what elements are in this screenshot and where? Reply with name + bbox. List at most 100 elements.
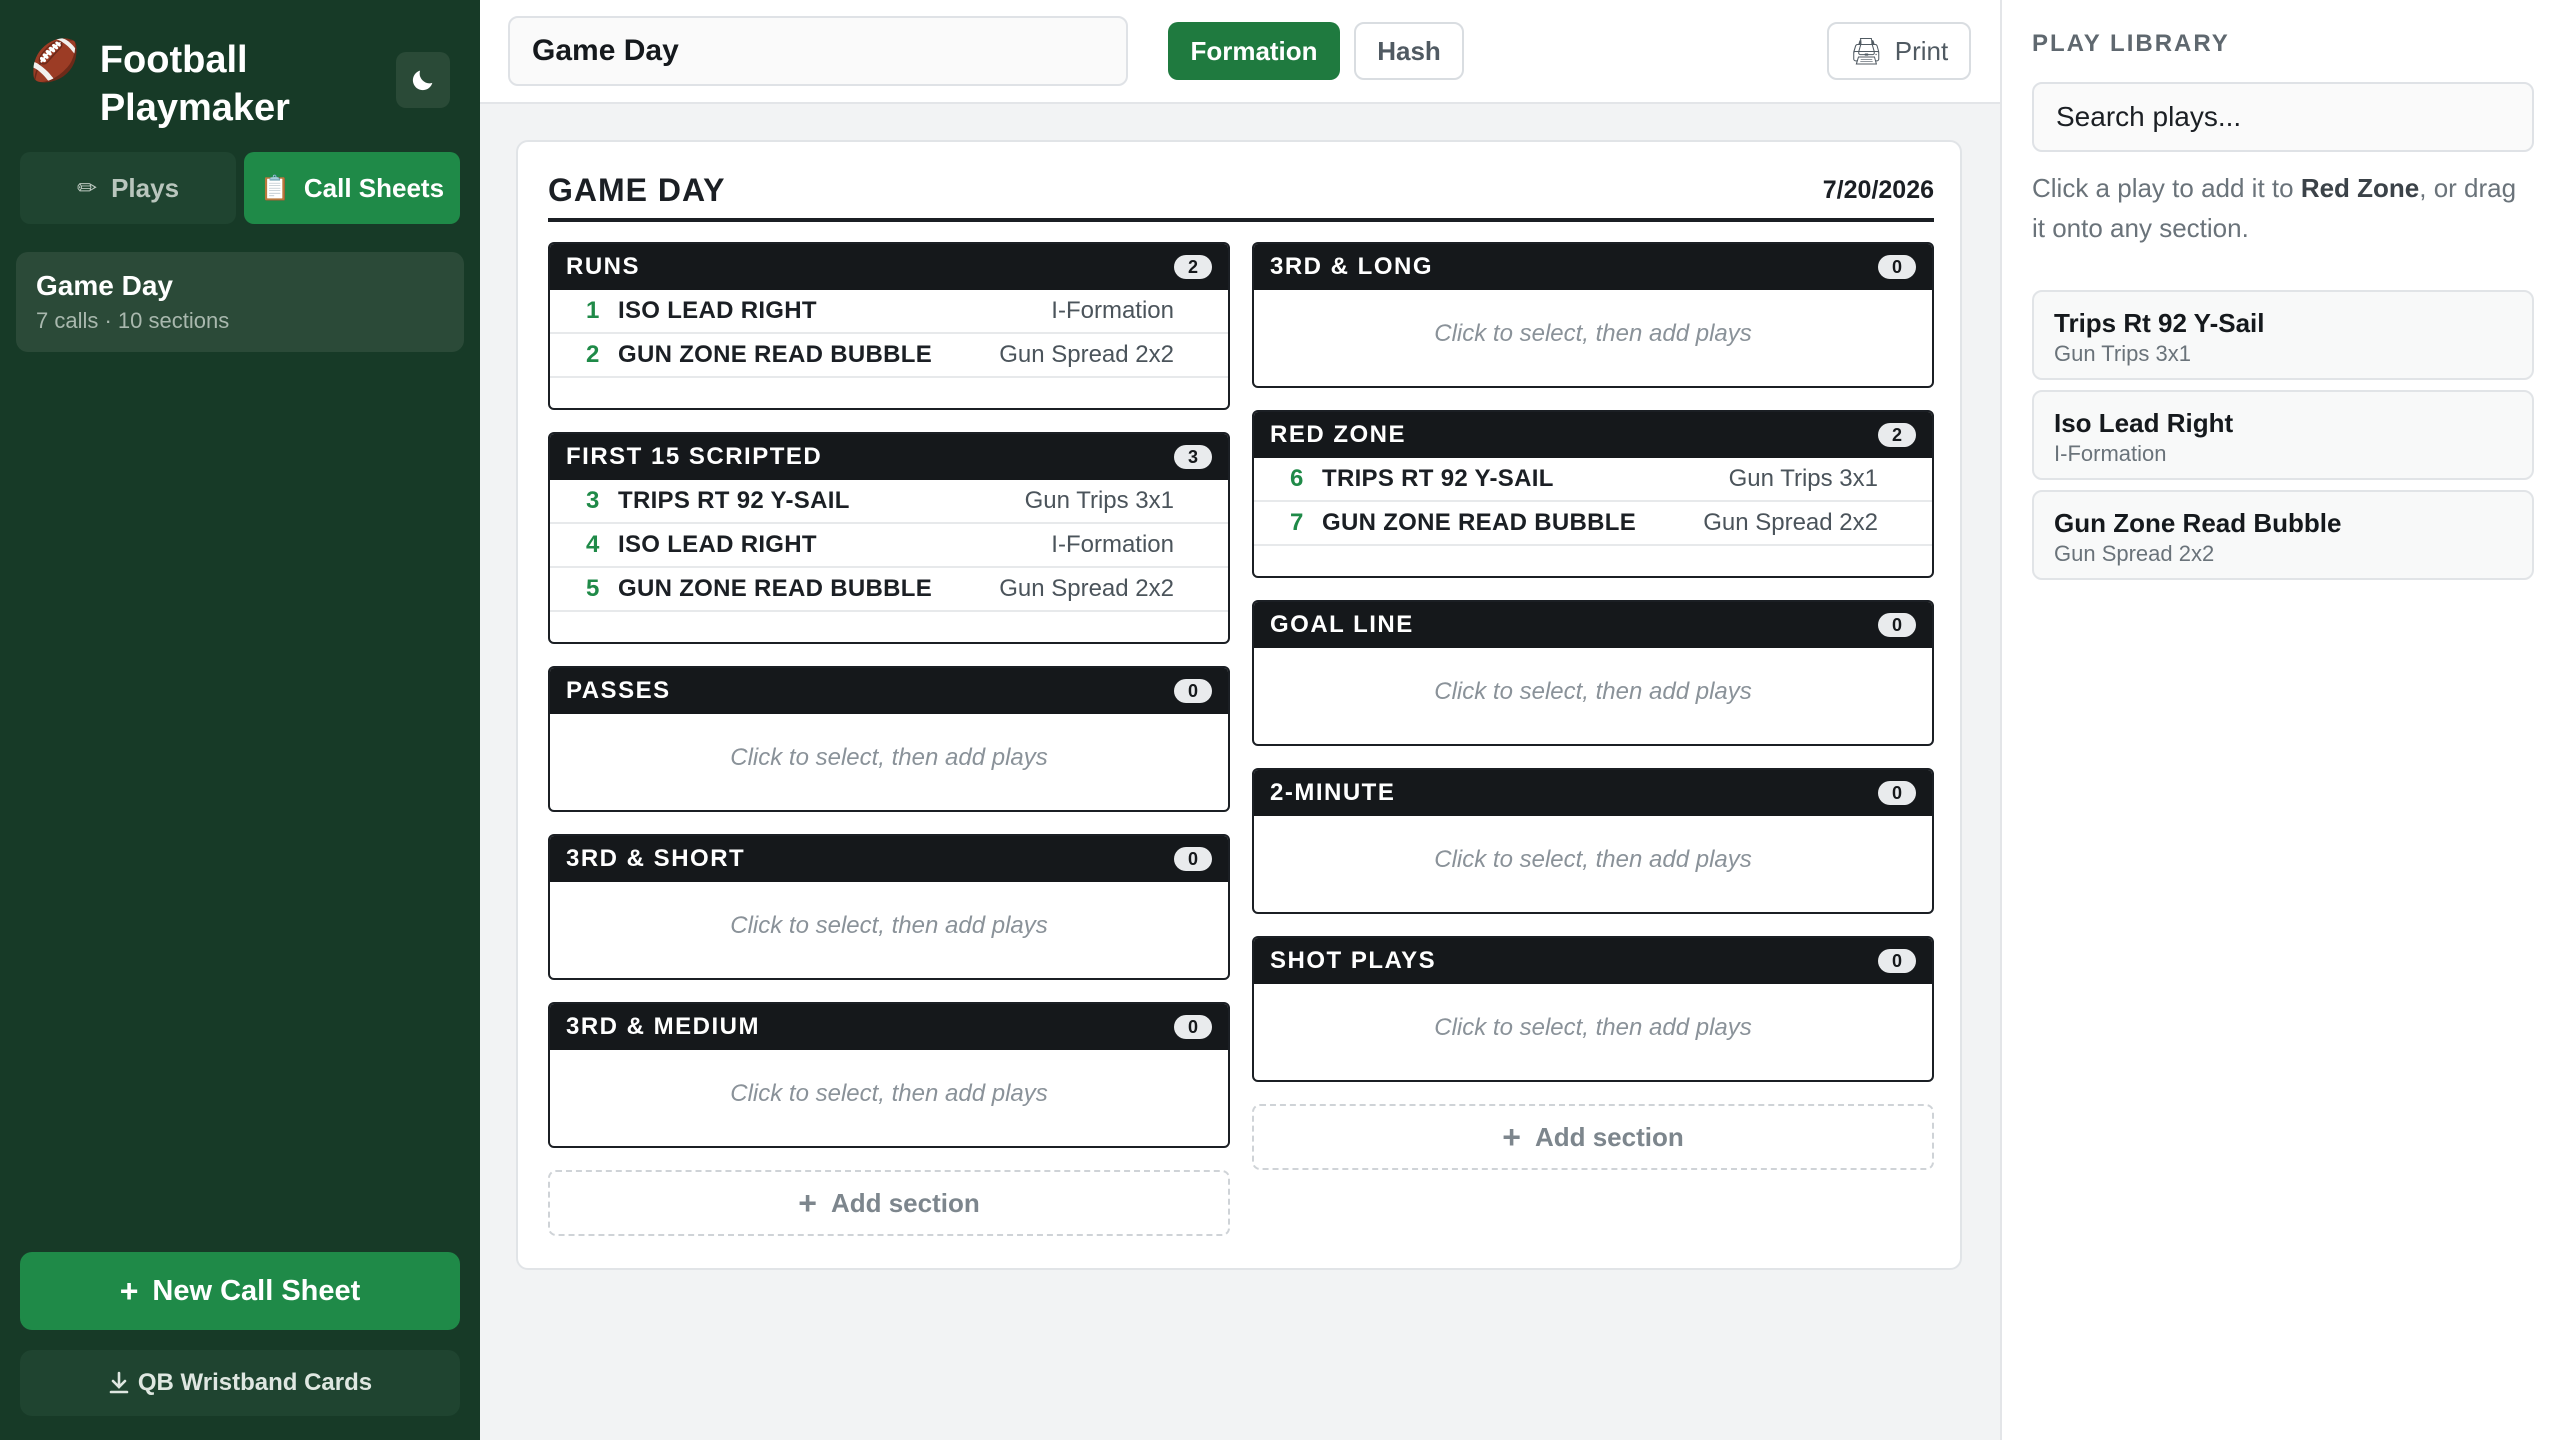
- printer-icon: 🖨: [1849, 35, 1883, 66]
- play-row[interactable]: 6 TRIPS RT 92 Y-SAIL Gun Trips 3x1: [1254, 458, 1932, 502]
- section-header[interactable]: FIRST 15 SCRIPTED 3: [550, 434, 1228, 480]
- play-name: GUN ZONE READ BUBBLE: [618, 341, 933, 368]
- play-row[interactable]: 3 TRIPS RT 92 Y-SAIL Gun Trips 3x1: [550, 480, 1228, 524]
- play-row[interactable]: 1 ISO LEAD RIGHT I-Formation: [550, 290, 1228, 334]
- sheet-heading: GAME DAY: [548, 172, 726, 208]
- play-row[interactable]: 2 GUN ZONE READ BUBBLE Gun Spread 2x2: [550, 334, 1228, 378]
- play-formation: Gun Spread 2x2: [1703, 509, 1878, 536]
- play-library: PLAY LIBRARY Search plays... Click a pla…: [2000, 0, 2560, 1440]
- play-name: TRIPS RT 92 Y-SAIL: [1322, 465, 1554, 492]
- tab-call-sheets[interactable]: 📋 Call Sheets: [244, 152, 460, 224]
- library-play-card[interactable]: Gun Zone Read Bubble Gun Spread 2x2: [2032, 490, 2534, 580]
- sheet-section[interactable]: RED ZONE 2 6 TRIPS RT 92 Y-SAIL Gun Trips 3x…: [1252, 410, 1934, 578]
- add-section-button[interactable]: + Add section: [1252, 1104, 1934, 1170]
- section-header[interactable]: SHOT PLAYS 0: [1254, 938, 1932, 984]
- new-call-sheet-button[interactable]: + New Call Sheet: [20, 1252, 460, 1330]
- play-row[interactable]: 4 ISO LEAD RIGHT I-Formation: [550, 524, 1228, 568]
- play-row[interactable]: 7 GUN ZONE READ BUBBLE Gun Spread 2x2: [1254, 502, 1932, 546]
- library-play-name: Iso Lead Right: [2054, 408, 2234, 438]
- play-number: 2: [586, 341, 600, 368]
- plus-icon: +: [119, 1272, 139, 1309]
- add-section-label: Add section: [1534, 1121, 1684, 1152]
- play-name: ISO LEAD RIGHT: [618, 297, 817, 324]
- section-empty-hint[interactable]: Click to select, then add plays: [1254, 648, 1932, 744]
- pencil-icon: ✏: [76, 174, 98, 202]
- section-header[interactable]: 3RD & MEDIUM 0: [550, 1004, 1228, 1050]
- section-header[interactable]: 3RD & SHORT 0: [550, 836, 1228, 882]
- section-header[interactable]: GOAL LINE 0: [1254, 602, 1932, 648]
- sheet-section[interactable]: 3RD & MEDIUM 0 Click to select, then add p…: [548, 1002, 1230, 1148]
- print-button[interactable]: 🖨 Print: [1827, 22, 1971, 80]
- section-name: 3RD & MEDIUM: [566, 1013, 761, 1040]
- sheet-column-left: RUNS 2 1 ISO LEAD RIGHT I-Formation 2 GUN ZONE…: [548, 242, 1230, 1236]
- sheet-section[interactable]: 3RD & SHORT 0 Click to select, then add pl…: [548, 834, 1230, 980]
- section-empty-hint[interactable]: Click to select, then add plays: [550, 882, 1228, 978]
- add-section-button[interactable]: + Add section: [548, 1170, 1230, 1236]
- section-header[interactable]: RED ZONE 2: [1254, 412, 1932, 458]
- section-count-badge: 0: [1174, 847, 1212, 871]
- play-number: 5: [586, 575, 600, 602]
- sheet-section[interactable]: SHOT PLAYS 0 Click to select, then add pla…: [1252, 936, 1934, 1082]
- section-name: SHOT PLAYS: [1270, 947, 1437, 974]
- section-empty-hint[interactable]: Click to select, then add plays: [550, 714, 1228, 810]
- play-number: 1: [586, 297, 600, 324]
- clipboard-icon: 📋: [259, 174, 290, 202]
- tab-plays[interactable]: ✏ Plays: [20, 152, 236, 224]
- library-play-formation: Gun Spread 2x2: [2054, 541, 2215, 566]
- section-count-badge: 2: [1174, 255, 1212, 279]
- section-count-badge: 0: [1878, 949, 1916, 973]
- hash-toggle[interactable]: Hash: [1354, 22, 1464, 80]
- section-empty-hint[interactable]: Click to select, then add plays: [1254, 984, 1932, 1080]
- call-sheet-meta: 7 calls · 10 sections: [36, 308, 230, 333]
- section-header[interactable]: PASSES 0: [550, 668, 1228, 714]
- sheet-section[interactable]: RUNS 2 1 ISO LEAD RIGHT I-Formation 2 GUN ZONE…: [548, 242, 1230, 410]
- play-row[interactable]: 5 GUN ZONE READ BUBBLE Gun Spread 2x2: [550, 568, 1228, 612]
- section-count-badge: 0: [1174, 679, 1212, 703]
- section-header[interactable]: RUNS 2: [550, 244, 1228, 290]
- formation-toggle[interactable]: Formation: [1168, 22, 1340, 80]
- library-play-formation: I-Formation: [2054, 441, 2167, 466]
- sheet-section[interactable]: FIRST 15 SCRIPTED 3 3 TRIPS RT 92 Y-SAIL Gun…: [548, 432, 1230, 644]
- sheet-date: 7/20/2026: [1822, 176, 1934, 204]
- library-play-card[interactable]: Trips Rt 92 Y-Sail Gun Trips 3x1: [2032, 290, 2534, 380]
- section-name: 3RD & LONG: [1270, 253, 1434, 280]
- play-formation: Gun Spread 2x2: [999, 341, 1174, 368]
- app-brand: 🏈 Football Playmaker: [30, 36, 410, 132]
- play-number: 3: [586, 487, 600, 514]
- sheet-header: GAME DAY 7/20/2026: [548, 172, 1934, 222]
- plus-icon: +: [798, 1184, 817, 1221]
- library-play-name: Trips Rt 92 Y-Sail: [2054, 308, 2265, 338]
- sheet-section[interactable]: 3RD & LONG 0 Click to select, then add pla…: [1252, 242, 1934, 388]
- sheet-section[interactable]: GOAL LINE 0 Click to select, then add play…: [1252, 600, 1934, 746]
- play-formation: I-Formation: [1051, 531, 1174, 558]
- section-count-badge: 2: [1878, 423, 1916, 447]
- library-search-input[interactable]: Search plays...: [2032, 82, 2534, 152]
- section-drop-area[interactable]: [550, 612, 1228, 642]
- sheet-column-right: 3RD & LONG 0 Click to select, then add pla…: [1252, 242, 1934, 1170]
- sheet-title-input[interactable]: Game Day: [508, 16, 1128, 86]
- play-formation: Gun Spread 2x2: [999, 575, 1174, 602]
- section-count-badge: 0: [1878, 613, 1916, 637]
- play-formation: I-Formation: [1051, 297, 1174, 324]
- section-count-badge: 0: [1878, 255, 1916, 279]
- call-sheet-item[interactable]: Game Day 7 calls · 10 sections: [16, 252, 464, 352]
- sheet-section[interactable]: PASSES 0 Click to select, then add plays: [548, 666, 1230, 812]
- section-empty-hint[interactable]: Click to select, then add plays: [1254, 816, 1932, 912]
- section-drop-area[interactable]: [1254, 546, 1932, 576]
- section-empty-hint[interactable]: Click to select, then add plays: [1254, 290, 1932, 386]
- play-name: GUN ZONE READ BUBBLE: [1322, 509, 1637, 536]
- sidebar: 🏈 Football Playmaker ✏ Plays 📋 Call Shee…: [0, 0, 480, 1440]
- section-drop-area[interactable]: [550, 378, 1228, 408]
- sheet-section[interactable]: 2-MINUTE 0 Click to select, then add plays: [1252, 768, 1934, 914]
- section-name: RED ZONE: [1270, 421, 1407, 448]
- qb-wristband-button[interactable]: QB Wristband Cards: [20, 1350, 460, 1416]
- moon-icon: [412, 70, 433, 91]
- section-empty-hint[interactable]: Click to select, then add plays: [550, 1050, 1228, 1146]
- library-play-card[interactable]: Iso Lead Right I-Formation: [2032, 390, 2534, 480]
- theme-toggle-button[interactable]: [396, 52, 450, 108]
- section-header[interactable]: 2-MINUTE 0: [1254, 770, 1932, 816]
- download-icon: [109, 1371, 129, 1394]
- library-hint: Click a play to add it to Red Zone, or d…: [2032, 173, 2517, 243]
- toolbar: Game Day Formation Hash 🖨 Print: [480, 0, 2000, 104]
- section-header[interactable]: 3RD & LONG 0: [1254, 244, 1932, 290]
